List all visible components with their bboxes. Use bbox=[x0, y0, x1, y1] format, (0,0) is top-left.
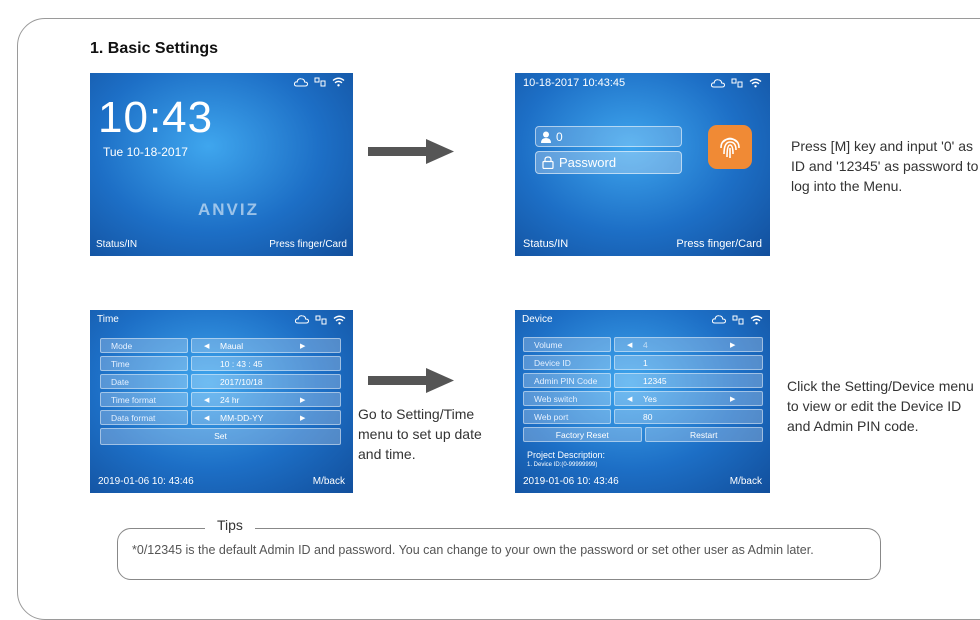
time-settings-list: Mode ◀ Maual ▶ Time 10 : 43 : 45 Date 2017/10… bbox=[100, 338, 341, 445]
setting-row-volume[interactable]: Volume ◀ 4 ▶ bbox=[523, 337, 763, 352]
login-top-bar: 10-18-2017 10:43:45 bbox=[515, 73, 770, 93]
setting-row-mode[interactable]: Mode ◀ Maual ▶ bbox=[100, 338, 341, 353]
restart-button[interactable]: Restart bbox=[644, 427, 763, 442]
network-icon bbox=[314, 77, 326, 87]
setting-row-date[interactable]: Date 2017/10/18 bbox=[100, 374, 341, 389]
fingerprint-icon bbox=[720, 137, 740, 158]
network-icon bbox=[732, 315, 744, 324]
wifi-icon bbox=[332, 77, 345, 87]
back-button[interactable]: M/back bbox=[313, 476, 345, 487]
fingerprint-button[interactable] bbox=[708, 125, 752, 169]
set-button[interactable]: Set bbox=[100, 428, 341, 445]
device-actions: Factory Reset Restart bbox=[523, 427, 763, 442]
time-top-bar: Time bbox=[90, 310, 353, 325]
status-right: Press finger/Card bbox=[676, 238, 762, 250]
setting-row-time[interactable]: Time 10 : 43 : 45 bbox=[100, 356, 341, 371]
status-icons bbox=[711, 78, 762, 88]
device-footer: 2019-01-06 10: 43:46 M/back bbox=[515, 476, 770, 487]
tips-title: Tips bbox=[205, 517, 255, 533]
setting-row-device-id[interactable]: Device ID 1 bbox=[523, 355, 763, 370]
setting-row-data-format[interactable]: Data format ◀ MM-DD-YY ▶ bbox=[100, 410, 341, 425]
device-menu-screen: Device Volume ◀ 4 ▶ Device ID 1 Admin PIN Co… bbox=[515, 310, 770, 493]
setting-row-time-format[interactable]: Time format ◀ 24 hr ▶ bbox=[100, 392, 341, 407]
id-field[interactable]: 0 bbox=[535, 126, 682, 147]
status-icons bbox=[712, 315, 763, 325]
wifi-icon bbox=[750, 315, 763, 324]
password-field[interactable]: Password bbox=[535, 151, 682, 174]
factory-reset-button[interactable]: Factory Reset bbox=[523, 427, 642, 442]
login-datetime: 10-18-2017 10:43:45 bbox=[523, 77, 626, 89]
device-top-bar: Device bbox=[515, 310, 770, 325]
network-icon bbox=[731, 78, 743, 88]
tips-text: *0/12345 is the default Admin ID and pas… bbox=[132, 543, 814, 557]
wifi-icon bbox=[749, 78, 762, 88]
brand-logo: ANVIZ bbox=[198, 200, 259, 219]
clock-time: 10:43 bbox=[98, 93, 214, 142]
login-caption: Press [M] key and input '0' as ID and '1… bbox=[791, 138, 979, 194]
status-right: Press finger/Card bbox=[269, 239, 347, 250]
user-icon bbox=[541, 131, 551, 143]
clock-date: Tue 10-18-2017 bbox=[103, 145, 188, 159]
menu-title: Time bbox=[97, 314, 119, 325]
project-description-line: 1. Device ID:(0-99999999) bbox=[527, 462, 598, 468]
status-bar: Status/IN Press finger/Card bbox=[90, 239, 353, 250]
cloud-icon bbox=[295, 315, 309, 324]
device-caption: Click the Setting/Device menu to view or… bbox=[787, 378, 974, 434]
status-left: Status/IN bbox=[523, 238, 569, 250]
arrow-right-icon bbox=[368, 139, 454, 164]
id-value: 0 bbox=[556, 129, 563, 144]
back-button[interactable]: M/back bbox=[730, 476, 762, 487]
menu-title: Device bbox=[522, 314, 553, 325]
setting-row-web-port[interactable]: Web port 80 bbox=[523, 409, 763, 424]
setting-row-admin-pin[interactable]: Admin PIN Code 12345 bbox=[523, 373, 763, 388]
footer-datetime: 2019-01-06 10: 43:46 bbox=[98, 476, 194, 487]
section-title: 1. Basic Settings bbox=[90, 40, 219, 57]
lock-icon bbox=[542, 156, 554, 169]
footer-datetime: 2019-01-06 10: 43:46 bbox=[523, 476, 619, 487]
network-icon bbox=[315, 315, 327, 324]
project-description: Project Description: bbox=[527, 450, 606, 460]
wifi-icon bbox=[333, 315, 346, 324]
status-icons bbox=[295, 315, 346, 325]
time-footer: 2019-01-06 10: 43:46 M/back bbox=[90, 476, 353, 487]
login-screen: 10-18-2017 10:43:45 0 Password Status/IN… bbox=[515, 73, 770, 256]
standby-screen: 10:43 Tue 10-18-2017 ANVIZ Status/IN Pre… bbox=[90, 73, 353, 256]
time-caption: Go to Setting/Time menu to set up date a… bbox=[358, 406, 482, 462]
arrow-right-icon bbox=[368, 368, 454, 393]
status-icons bbox=[294, 77, 345, 87]
status-bar: Status/IN Press finger/Card bbox=[515, 238, 770, 250]
time-menu-screen: Time Mode ◀ Maual ▶ Time 10 : 43 : 45 Date 20… bbox=[90, 310, 353, 493]
password-placeholder: Password bbox=[559, 155, 617, 170]
cloud-icon bbox=[294, 77, 308, 86]
device-settings-list: Volume ◀ 4 ▶ Device ID 1 Admin PIN Code 12345… bbox=[523, 337, 763, 442]
cloud-icon bbox=[712, 315, 726, 324]
setting-row-web-switch[interactable]: Web switch ◀ Yes ▶ bbox=[523, 391, 763, 406]
cloud-icon bbox=[711, 78, 725, 87]
status-left: Status/IN bbox=[96, 239, 138, 250]
